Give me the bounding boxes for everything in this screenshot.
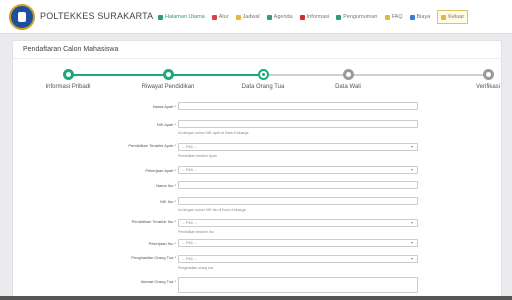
step-connector	[263, 74, 348, 76]
pekerjaan-ibu-label: Pekerjaan Ibu *	[148, 241, 176, 246]
step-connector	[68, 74, 168, 76]
step-label: Verifikasi	[475, 84, 501, 90]
nav-item-label: Keluar	[448, 14, 465, 20]
nama-ibu-input[interactable]	[178, 181, 418, 189]
info-icon	[299, 14, 305, 20]
step-indicator-1[interactable]	[63, 69, 74, 80]
nama-ibu-label: Nama Ibu *	[155, 183, 176, 188]
step-connector	[168, 74, 263, 76]
pendidikan-ibu-value: -- Pilih --	[182, 220, 198, 225]
step-indicator-3[interactable]	[258, 69, 269, 80]
penghasilan-value: -- Pilih --	[182, 256, 198, 261]
top-navbar: POLTEKKES SURAKARTA Halaman Utama Alur Jad…	[0, 0, 512, 34]
nik-ayah-label: NIK Ayah *	[156, 122, 176, 127]
step-label: Data Orang Tua	[241, 84, 285, 90]
logout-icon	[441, 14, 447, 20]
nama-ayah-input[interactable]	[178, 102, 418, 110]
nav-item-2[interactable]: Jadwal	[235, 10, 260, 24]
nav-item-7[interactable]: Biaya	[409, 10, 431, 24]
pendidikan-ayah-value: -- Pilih --	[182, 144, 198, 149]
nik-ibu-label: NIK Ibu *	[159, 199, 176, 204]
step-label: Data Wali	[335, 84, 361, 90]
panel-title: Pendaftaran Calon Mahasiswa	[23, 46, 119, 53]
divider	[13, 58, 501, 59]
nav-item-0[interactable]: Halaman Utama	[158, 10, 205, 24]
step-label: Informasi Pribadi	[45, 84, 91, 90]
step-label: Riwayat Pendidikan	[141, 84, 195, 90]
pekerjaan-ayah-label: Pekerjaan Ayah *	[145, 168, 176, 173]
penghasilan-help: Penghasilan orang tua	[178, 266, 214, 270]
logo-icon[interactable]	[9, 4, 35, 30]
penghasilan-label: Penghasilan Orang Tua *	[131, 255, 176, 260]
chevron-down-icon: ▾	[410, 167, 413, 172]
alamat-textarea[interactable]	[178, 277, 418, 293]
step-indicator-4[interactable]	[343, 69, 354, 80]
agenda-icon	[266, 14, 272, 20]
pendidikan-ayah-label: Pendidikan Terakhir Ayah *	[128, 143, 176, 148]
nav-item-label: Alur	[218, 14, 229, 20]
registration-panel: Pendaftaran Calon Mahasiswa Informasi Pr…	[12, 40, 502, 300]
nav-item-5[interactable]: Pengumuman	[336, 10, 378, 24]
faq-icon	[384, 14, 390, 20]
nav-item-label: Agenda	[273, 14, 293, 20]
bottom-bar	[0, 296, 512, 300]
pendidikan-ayah-help: Pendidikan terakhir Ayah	[178, 154, 217, 158]
main-nav: Halaman Utama Alur Jadwal Agenda Informasi Pe…	[158, 10, 475, 24]
nik-ayah-help: Isi dengan nomor NIK ayah di Kartu Kelua…	[178, 131, 249, 135]
pekerjaan-ibu-select[interactable]: -- Pilih -- ▾	[178, 239, 418, 247]
money-icon	[409, 14, 415, 20]
chevron-down-icon: ▾	[410, 220, 413, 225]
nav-item-label: Halaman Utama	[165, 14, 205, 20]
pendidikan-ibu-label: Pendidikan Terakhir Ibu *	[131, 219, 176, 224]
nav-item-3[interactable]: Agenda	[266, 10, 293, 24]
home-icon	[158, 14, 163, 20]
pendidikan-ayah-select[interactable]: -- Pilih -- ▾	[178, 143, 418, 151]
nik-ayah-input[interactable]	[178, 120, 418, 128]
megaphone-icon	[336, 14, 342, 20]
wizard-steps: Informasi Pribadi Riwayat Pendidikan Data …	[13, 65, 501, 95]
brand-name[interactable]: POLTEKKES SURAKARTA	[40, 11, 153, 21]
pendidikan-ibu-select[interactable]: -- Pilih -- ▾	[178, 219, 418, 227]
pekerjaan-ayah-value: -- Pilih --	[182, 167, 198, 172]
step-connector	[348, 74, 488, 76]
chevron-down-icon: ▾	[410, 256, 413, 261]
pekerjaan-ayah-select[interactable]: -- Pilih -- ▾	[178, 166, 418, 174]
nav-item-8[interactable]: Keluar	[437, 10, 469, 24]
penghasilan-select[interactable]: -- Pilih -- ▾	[178, 255, 418, 263]
pendidikan-ibu-help: Pendidikan terakhir Ibu	[178, 230, 214, 234]
check-icon	[211, 14, 217, 20]
nav-item-label: FAQ	[391, 14, 403, 20]
nik-ibu-help: Isi dengan nomor NIK ibu di Kartu Keluar…	[178, 208, 246, 212]
nav-item-6[interactable]: FAQ	[384, 10, 403, 24]
chevron-down-icon: ▾	[410, 144, 413, 149]
nav-item-label: Pengumuman	[343, 14, 378, 20]
nav-item-label: Biaya	[416, 14, 431, 20]
pekerjaan-ibu-value: -- Pilih --	[182, 240, 198, 245]
alamat-label: Alamat Orang Tua *	[140, 279, 176, 284]
nik-ibu-input[interactable]	[178, 197, 418, 205]
nav-item-label: Jadwal	[242, 14, 260, 20]
nav-item-1[interactable]: Alur	[211, 10, 229, 24]
nav-item-4[interactable]: Informasi	[299, 10, 330, 24]
step-indicator-5[interactable]	[483, 69, 494, 80]
calendar-icon	[235, 14, 241, 20]
step-indicator-2[interactable]	[163, 69, 174, 80]
nav-item-label: Informasi	[306, 14, 330, 20]
nama-ayah-label: Nama Ayah *	[152, 104, 176, 109]
chevron-down-icon: ▾	[410, 240, 413, 245]
